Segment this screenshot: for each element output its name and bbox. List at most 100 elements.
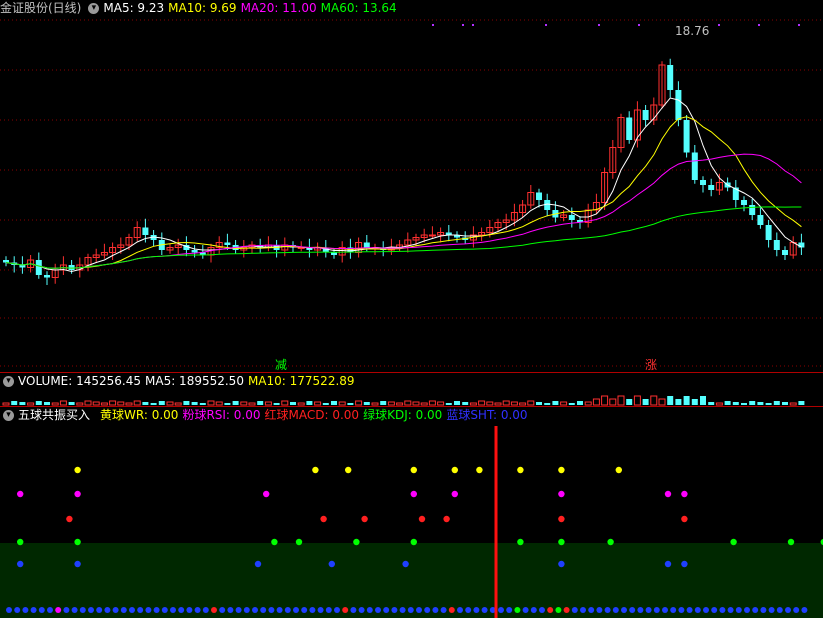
candle-body xyxy=(44,275,50,278)
candle-body xyxy=(363,242,370,248)
candle-body xyxy=(667,65,674,90)
green-signal-dot xyxy=(353,538,360,546)
baseline-dot xyxy=(416,607,422,613)
volume-bar xyxy=(11,401,18,405)
baseline-dot xyxy=(522,607,529,613)
baseline-dot xyxy=(268,607,275,613)
candle-body xyxy=(642,110,649,120)
volume-bar xyxy=(642,399,649,405)
pink-signal-dot xyxy=(410,490,417,498)
candlestick-chart[interactable] xyxy=(0,0,823,372)
volume-bar xyxy=(798,401,805,405)
volume-bar xyxy=(486,401,494,406)
baseline-dot xyxy=(137,607,144,613)
green-signal-dot xyxy=(558,538,565,546)
baseline-dot xyxy=(235,607,242,613)
yellow-signal-dot xyxy=(558,466,565,474)
ma5-line xyxy=(5,97,802,273)
red-signal-dot xyxy=(418,515,426,523)
baseline-dot xyxy=(432,607,439,613)
blue-signal-dot xyxy=(74,560,81,568)
baseline-dot xyxy=(309,607,316,613)
baseline-dot xyxy=(678,607,685,613)
baseline-dot xyxy=(129,607,135,613)
indicator-panel[interactable]: ▾ 五球共振买入 黄球WR: 0.00 粉球RSI: 0.00 红球MACD: 0.00… xyxy=(0,406,823,618)
volume-bar xyxy=(691,399,698,405)
volume-bar xyxy=(133,400,141,406)
chart-settings-icon[interactable]: ▾ xyxy=(88,3,100,14)
volume-bar xyxy=(207,400,215,406)
volume-settings-icon[interactable]: ▾ xyxy=(3,376,14,387)
volume-bar xyxy=(199,403,206,405)
baseline-dot xyxy=(317,607,324,613)
candle-body xyxy=(428,234,436,237)
top-dot xyxy=(598,24,600,26)
macd-label: 红球MACD: 0.00 xyxy=(264,408,360,422)
volume-bar xyxy=(445,403,452,405)
pink-signal-dot xyxy=(664,490,672,498)
baseline-dot xyxy=(104,607,111,613)
baseline-dot xyxy=(202,607,209,613)
baseline-dot xyxy=(481,607,488,613)
baseline-dot xyxy=(161,607,168,613)
baseline-dot xyxy=(399,607,406,613)
baseline-dot xyxy=(14,607,21,613)
top-dot xyxy=(638,24,640,26)
volume-panel[interactable]: ▾ VOLUME: 145256.45 MA5: 189552.50 MA10: 17… xyxy=(0,372,823,406)
baseline-dot xyxy=(424,607,431,613)
volume-bar xyxy=(100,402,108,406)
volume-bar xyxy=(584,401,592,406)
green-signal-dot xyxy=(787,538,795,546)
baseline-dot xyxy=(612,607,619,613)
baseline-dot xyxy=(153,607,160,613)
volume-bar xyxy=(44,402,50,405)
baseline-dot xyxy=(588,607,595,613)
volume-header: ▾ VOLUME: 145256.45 MA5: 189552.50 MA10: 17… xyxy=(0,373,359,390)
volume-bar xyxy=(68,402,75,405)
volume-bar xyxy=(544,403,551,405)
volume-bar xyxy=(240,401,248,406)
volume-bar xyxy=(380,401,387,405)
blue-signal-dot xyxy=(681,560,688,568)
baseline-dot xyxy=(760,607,767,613)
volume-bar xyxy=(609,398,617,406)
baseline-dot xyxy=(686,607,693,613)
blue-signal-dot xyxy=(402,560,409,568)
baseline-dot xyxy=(571,607,578,613)
ma10-line xyxy=(5,116,802,269)
volume-bar xyxy=(224,403,231,405)
volume-bar xyxy=(741,403,747,405)
price-chart-header: 金证股份(日线) ▾ MA5: 9.23 MA10: 9.69 MA20: 11.00 M… xyxy=(0,0,401,17)
volume-bar xyxy=(536,402,542,405)
baseline-dot xyxy=(793,607,800,613)
volume-bar xyxy=(166,401,174,406)
top-dot xyxy=(432,24,434,26)
volume-bar xyxy=(264,401,272,406)
candle-body xyxy=(782,250,788,255)
volume-bar xyxy=(732,402,739,405)
candle-body xyxy=(757,215,764,225)
volume-bar xyxy=(76,402,84,406)
kdj-label: 绿球KDJ: 0.00 xyxy=(363,408,443,422)
volume-bar xyxy=(749,401,756,405)
baseline-dot xyxy=(170,607,176,613)
volume-bar xyxy=(92,401,100,406)
yellow-signal-dot xyxy=(312,466,319,474)
volume-bar xyxy=(757,402,764,405)
red-signal-dot xyxy=(443,515,450,523)
baseline-dot xyxy=(219,607,226,613)
baseline-dot xyxy=(530,607,537,613)
volume-bar xyxy=(338,401,346,406)
volume-bar xyxy=(51,402,59,406)
baseline-dot xyxy=(120,607,127,613)
candle-body xyxy=(142,227,149,235)
baseline-dot xyxy=(391,607,398,613)
indicator-settings-icon[interactable]: ▾ xyxy=(3,410,14,421)
baseline-dot xyxy=(547,607,554,613)
candle-body xyxy=(741,200,747,205)
price-chart-panel[interactable]: 金证股份(日线) ▾ MA5: 9.23 MA10: 9.69 MA20: 11.00 M… xyxy=(0,0,823,372)
yellow-signal-dot xyxy=(74,466,81,474)
volume-bar xyxy=(527,400,535,406)
down-marker: 减 xyxy=(275,358,288,372)
baseline-dot xyxy=(260,607,267,613)
